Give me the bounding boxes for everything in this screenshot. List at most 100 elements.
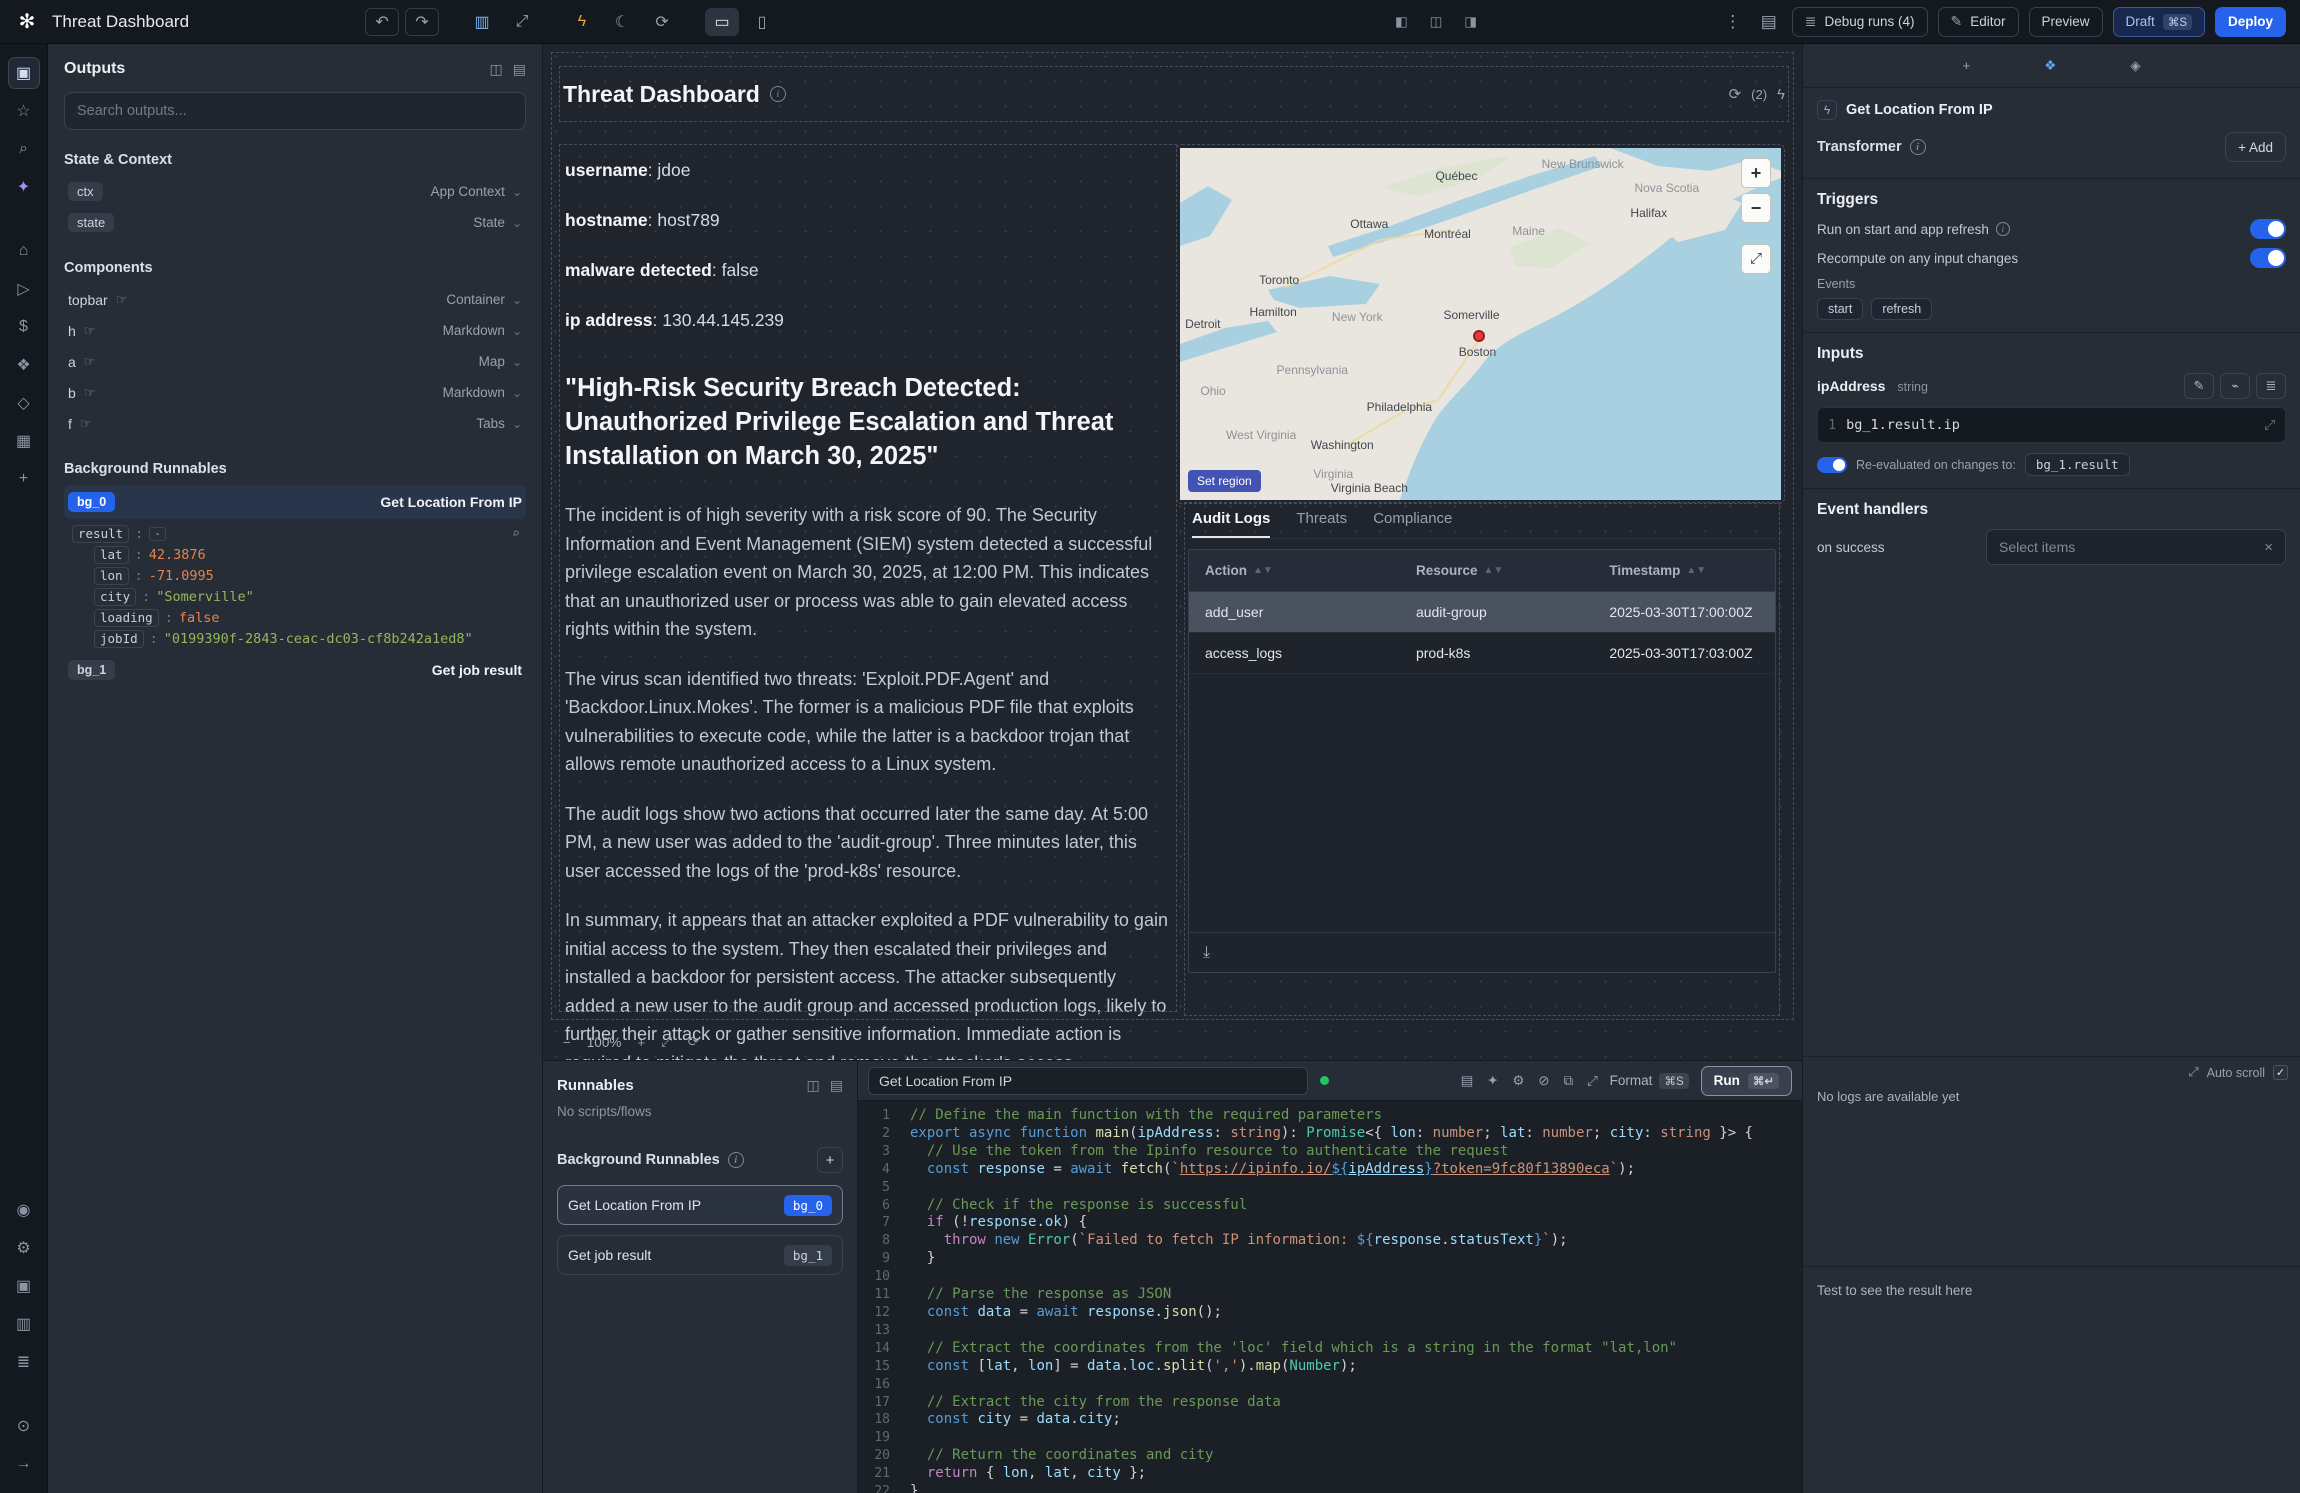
chevron-down-icon[interactable]: ⌄: [512, 417, 522, 431]
deploy-button[interactable]: Deploy: [2215, 7, 2286, 37]
download-icon[interactable]: ⤓: [1203, 944, 1210, 962]
styling-tab-icon[interactable]: ◈: [2130, 58, 2140, 74]
app-debug-icon[interactable]: ϟ: [1777, 86, 1785, 103]
canvas-zoom-out-button[interactable]: −: [563, 1035, 571, 1050]
canvas-zoom-in-button[interactable]: +: [637, 1035, 645, 1050]
docs-icon[interactable]: ▤: [1461, 1073, 1474, 1089]
variables-icon[interactable]: $: [8, 311, 40, 343]
panel-collapse-icon[interactable]: ▤: [513, 61, 526, 78]
schedules-icon[interactable]: ◇: [8, 387, 40, 419]
column-header[interactable]: Timestamp▲▼: [1593, 563, 1775, 578]
run-on-start-toggle[interactable]: [2250, 219, 2286, 239]
app-canvas[interactable]: Threat Dashboard i ⟳ (2) ϟ username: jdo…: [543, 44, 1802, 1060]
table-row[interactable]: add_useraudit-group2025-03-30T17:00:00Z: [1189, 592, 1775, 633]
topbar-component[interactable]: Threat Dashboard i ⟳ (2) ϟ: [563, 70, 1785, 118]
resources-icon[interactable]: ❖: [8, 349, 40, 381]
expand-expression-icon[interactable]: ⤢: [2264, 417, 2275, 433]
map-zoom-in-button[interactable]: +: [1741, 158, 1771, 188]
script-name-input[interactable]: [868, 1067, 1308, 1095]
column-header[interactable]: Action▲▼: [1189, 563, 1400, 578]
folders-icon[interactable]: ▥: [8, 1308, 40, 1340]
chevron-down-icon[interactable]: ⌄: [512, 355, 522, 369]
table-row[interactable]: access_logsprod-k8s2025-03-30T17:03:00Z: [1189, 633, 1775, 674]
logout-icon[interactable]: →: [8, 1448, 40, 1480]
tab-audit-logs[interactable]: Audit Logs: [1192, 510, 1270, 538]
toggle-bottom-panel-icon[interactable]: ◫: [1430, 14, 1443, 30]
output-row[interactable]: a☞Map⌄: [64, 346, 526, 377]
input-expression-editor[interactable]: 1 bg_1.result.ip ⤢: [1817, 407, 2286, 443]
json-entry-row[interactable]: jobId:"0199390f-2843-ceac-dc03-cf8b242a1…: [72, 628, 526, 649]
map-zoom-out-button[interactable]: −: [1741, 193, 1771, 223]
output-row[interactable]: ctxApp Context⌄: [64, 176, 526, 207]
toggle-left-panel-icon[interactable]: ◧: [1395, 14, 1408, 30]
code-area[interactable]: 1// Define the main function with the re…: [858, 1101, 1802, 1493]
json-root-row[interactable]: result : - ⌕: [72, 523, 526, 544]
runs-icon[interactable]: ▷: [8, 273, 40, 305]
eval-input-icon[interactable]: ≣: [2256, 373, 2286, 399]
search-json-icon[interactable]: ⌕: [512, 526, 526, 542]
preview-button[interactable]: Preview: [2029, 7, 2103, 37]
more-menu-icon[interactable]: ⋮: [1720, 12, 1746, 32]
favorites-icon[interactable]: ☆: [8, 95, 40, 127]
column-header[interactable]: Resource▲▼: [1400, 563, 1593, 578]
output-row[interactable]: b☞Markdown⌄: [64, 377, 526, 408]
add-transformer-button[interactable]: + Add: [2225, 132, 2286, 162]
search-outputs-input[interactable]: [64, 92, 526, 130]
recompute-toggle[interactable]: [2250, 248, 2286, 268]
ai-wand-icon[interactable]: ✦: [8, 171, 40, 203]
collapse-toggle[interactable]: -: [149, 527, 166, 541]
map-fullscreen-button[interactable]: ⤢: [1741, 244, 1771, 274]
runnables-collapse-icon[interactable]: ▤: [830, 1077, 843, 1094]
tabs-component[interactable]: Audit Logs Threats Compliance Action▲▼Reso…: [1188, 506, 1776, 1012]
app-refresh-icon[interactable]: ⟳: [1729, 85, 1742, 103]
desktop-view-icon[interactable]: ▭: [705, 8, 739, 36]
draft-button[interactable]: Draft ⌘S: [2113, 7, 2205, 37]
event-chip-refresh[interactable]: refresh: [1871, 298, 1932, 320]
logs-icon[interactable]: ≣: [8, 1346, 40, 1378]
clear-select-icon[interactable]: ×: [2264, 539, 2273, 556]
add-icon[interactable]: +: [8, 463, 40, 495]
diff-icon[interactable]: ⧉: [1563, 1073, 1573, 1089]
apps-icon[interactable]: ▣: [8, 57, 40, 89]
add-runnable-button[interactable]: +: [817, 1147, 843, 1173]
json-entry-row[interactable]: city:"Somerville": [72, 586, 526, 607]
expand-logs-icon[interactable]: ⤢: [2189, 1065, 2199, 1080]
editor-button[interactable]: ✎ Editor: [1938, 7, 2019, 37]
chevron-down-icon[interactable]: ⌄: [512, 216, 522, 230]
format-button[interactable]: Format ⌘S: [1610, 1073, 1689, 1089]
fit-view-icon[interactable]: ⤢: [505, 8, 539, 36]
editor-settings-icon[interactable]: ⚙: [1512, 1073, 1524, 1089]
tab-threats[interactable]: Threats: [1296, 510, 1347, 538]
bolt-icon[interactable]: ϟ: [565, 8, 599, 36]
settings-icon[interactable]: ⚙: [8, 1232, 40, 1264]
windmill-logo-icon[interactable]: ✻: [14, 9, 40, 35]
runnable-item[interactable]: Get job resultbg_1: [557, 1235, 843, 1275]
theme-icon[interactable]: ☾: [605, 8, 639, 36]
tab-compliance[interactable]: Compliance: [1373, 510, 1452, 538]
help-icon[interactable]: ⊙: [8, 1410, 40, 1442]
json-entry-row[interactable]: lat:42.3876: [72, 544, 526, 565]
ai-assist-icon[interactable]: ✦: [1487, 1073, 1498, 1089]
json-entry-row[interactable]: loading:false: [72, 607, 526, 628]
bg1-output-row[interactable]: bg_1 Get job result: [64, 653, 526, 687]
debug-runs-button[interactable]: ≣ Debug runs (4): [1792, 7, 1928, 37]
set-region-button[interactable]: Set region: [1188, 470, 1261, 492]
canvas-fit-button[interactable]: ⤢: [661, 1034, 672, 1050]
output-row[interactable]: f☞Tabs⌄: [64, 408, 526, 439]
user-icon[interactable]: ◉: [8, 1194, 40, 1226]
markdown-component[interactable]: username: jdoehostname: host789malware d…: [563, 148, 1173, 1008]
search-icon[interactable]: ⌕: [8, 133, 40, 165]
on-success-select[interactable]: Select items ×: [1986, 529, 2286, 565]
reeval-toggle[interactable]: [1817, 457, 1847, 473]
canvas-reset-button[interactable]: ⟳: [688, 1034, 699, 1050]
runnable-item[interactable]: Get Location From IPbg_0: [557, 1185, 843, 1225]
chevron-down-icon[interactable]: ⌄: [512, 293, 522, 307]
chevron-down-icon[interactable]: ⌄: [512, 324, 522, 338]
component-settings-tab-icon[interactable]: ❖: [2044, 58, 2056, 74]
event-chip-start[interactable]: start: [1817, 298, 1863, 320]
connect-input-icon[interactable]: ⌁: [2220, 373, 2250, 399]
fullscreen-icon[interactable]: ⤢: [1587, 1073, 1598, 1089]
chevron-down-icon[interactable]: ⌄: [512, 185, 522, 199]
jobs-icon[interactable]: ▦: [8, 425, 40, 457]
edit-input-icon[interactable]: ✎: [2184, 373, 2214, 399]
